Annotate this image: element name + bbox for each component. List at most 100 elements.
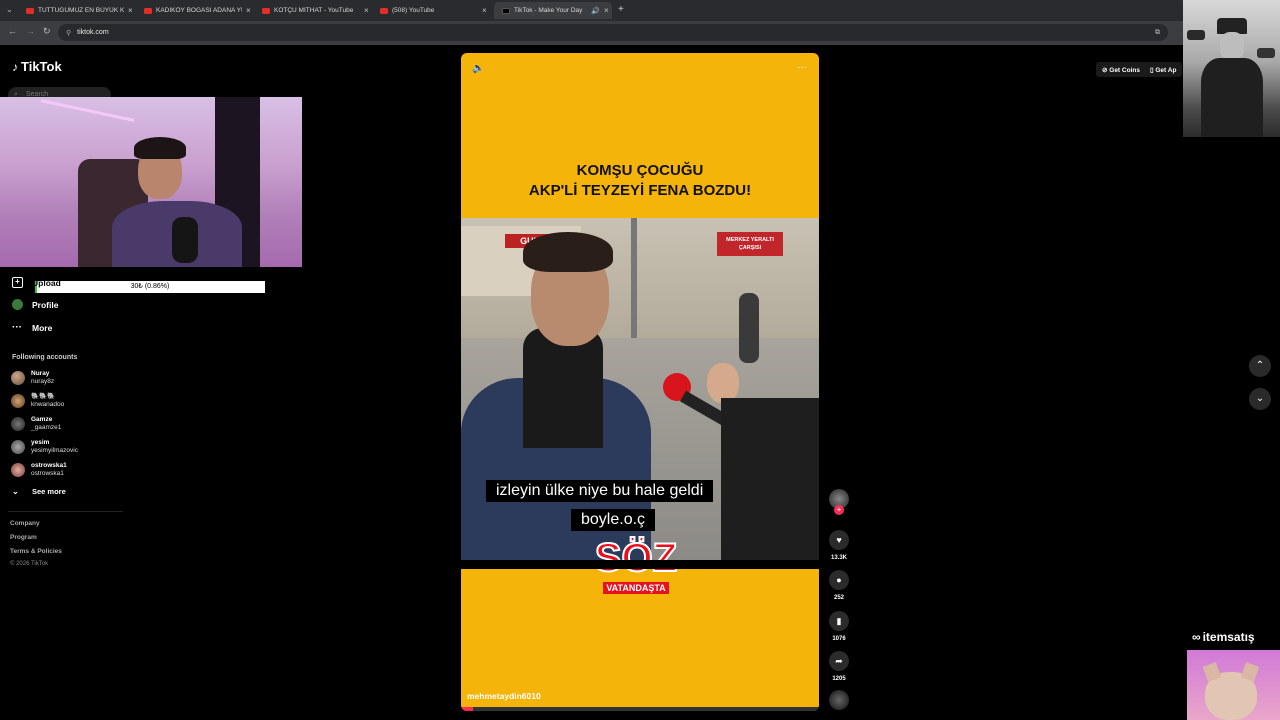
divider	[8, 511, 123, 512]
shop-sign-right: MERKEZ YERALTI ÇARŞISI	[717, 232, 783, 256]
heart-icon: ♥	[829, 530, 849, 550]
install-app-icon[interactable]: ⧉	[1155, 29, 1160, 37]
youtube-icon	[380, 7, 388, 14]
close-icon[interactable]: ×	[604, 6, 612, 15]
chevron-up-icon: ⌃	[1255, 360, 1265, 371]
tiktok-logo[interactable]: ♪ TikTok	[12, 59, 62, 74]
microphone	[172, 217, 198, 263]
tab-list-chevron-icon[interactable]: ⌄	[6, 5, 13, 14]
tiktok-icon	[502, 7, 510, 14]
tab-3[interactable]: KOTÇU MİTHAT - YouTube ×	[254, 2, 372, 19]
nav-upload[interactable]: + Upload	[12, 277, 61, 288]
following-account[interactable]: Gamze _gaamze1	[11, 416, 61, 432]
bookmark-icon: ▮	[829, 611, 849, 631]
comment-count: 252	[833, 595, 844, 601]
music-disc-button[interactable]	[829, 690, 849, 710]
address-bar[interactable]: ⚲ tiktok.com ⧉	[58, 24, 1168, 41]
site-info-icon[interactable]: ⚲	[66, 29, 71, 37]
reload-icon[interactable]: ↻	[43, 26, 51, 37]
interviewee-scarf	[523, 328, 603, 448]
browser-tab-bar: ⌄ TUTTUĞUMUZ EN BÜYÜK KILIÇ × KADIKÖY BO…	[0, 0, 1280, 21]
profile-avatar	[12, 299, 23, 310]
following-account[interactable]: ostrowska1 ostrowska1	[11, 462, 67, 478]
like-count: 13.3K	[830, 555, 847, 561]
forward-icon[interactable]: →	[26, 26, 35, 36]
close-icon[interactable]: ×	[128, 6, 136, 15]
footer-terms-link[interactable]: Terms & Policies	[10, 548, 62, 555]
tiktok-note-icon: ♪	[12, 59, 18, 74]
tab-tiktok-active[interactable]: TikTok - Make Your Day 🔊 ×	[494, 2, 612, 19]
video-player[interactable]: 🔈 ··· KOMŞU ÇOCUĞU AKP'Lİ TEYZEYİ FENA B…	[461, 53, 819, 711]
author-avatar-button[interactable]: +	[829, 489, 849, 515]
light-strip	[40, 99, 135, 122]
tab-label: TikTok - Make Your Day	[514, 7, 583, 14]
following-account[interactable]: Nuray nuray8z	[11, 370, 54, 386]
video-frame: GUL K MERKEZ YERALTI ÇARŞISI izleyin ülk…	[461, 218, 819, 560]
next-video-button[interactable]: ⌄	[1249, 388, 1271, 410]
video-author[interactable]: mehmetaydin6010	[467, 691, 541, 701]
back-icon[interactable]: ←	[8, 26, 17, 36]
like-button[interactable]: ♥ 13.3K	[829, 530, 849, 561]
video-progress-track[interactable]	[461, 707, 819, 711]
share-icon: ➦	[829, 651, 849, 671]
url-text: tiktok.com	[77, 29, 109, 36]
get-app-button[interactable]: ▯ Get Ap	[1150, 66, 1176, 74]
youtube-icon	[26, 7, 34, 14]
browser-toolbar: ← → ↻ ⚲ tiktok.com ⧉	[0, 21, 1280, 45]
avatar	[11, 440, 25, 454]
get-coins-button[interactable]: ⊘ Get Coins	[1102, 66, 1140, 74]
see-more-button[interactable]: ⌄ See more	[12, 487, 66, 496]
copyright: © 2026 TikTok	[10, 561, 49, 567]
avatar	[11, 463, 25, 477]
share-button[interactable]: ➦ 1205	[829, 651, 849, 682]
new-tab-button[interactable]: +	[618, 4, 624, 15]
interviewee-hair	[523, 232, 613, 272]
tab-label: KADIKÖY BOĞASI ADANA YÜRÜ	[156, 7, 242, 14]
sponsor-watermark: ∞ itemsatış	[1192, 630, 1255, 644]
tab-2[interactable]: KADIKÖY BOĞASI ADANA YÜRÜ ×	[136, 2, 254, 19]
previous-video-button[interactable]: ⌃	[1249, 355, 1271, 377]
footer-program-link[interactable]: Program	[10, 534, 37, 541]
youtube-icon	[262, 7, 270, 14]
follow-plus-icon[interactable]: +	[834, 505, 844, 515]
save-button[interactable]: ▮ 1076	[829, 611, 849, 642]
following-accounts-title: Following accounts	[12, 354, 78, 361]
upload-icon: +	[12, 277, 23, 288]
youtube-icon	[144, 7, 152, 14]
footer-company-link[interactable]: Company	[10, 520, 40, 527]
volume-icon[interactable]: 🔈	[472, 63, 484, 74]
nav-more[interactable]: ··· More	[12, 322, 52, 333]
more-options-icon[interactable]: ···	[797, 62, 807, 73]
raised-hand	[707, 363, 739, 403]
close-icon[interactable]: ×	[364, 6, 372, 15]
following-account[interactable]: yesim yesimyilmazovic	[11, 439, 78, 455]
comment-button[interactable]: ● 252	[829, 570, 849, 601]
tab-label: (508) YouTube	[392, 7, 435, 14]
subtitle-line-1: izleyin ülke niye bu hale geldi	[486, 480, 714, 502]
tab-1[interactable]: TUTTUĞUMUZ EN BÜYÜK KILIÇ ×	[18, 2, 136, 19]
tab-label: TUTTUĞUMUZ EN BÜYÜK KILIÇ	[38, 7, 124, 14]
more-dots-icon: ···	[12, 322, 22, 333]
avatar	[11, 394, 25, 408]
tab-4[interactable]: (508) YouTube ×	[372, 2, 490, 19]
share-count: 1205	[832, 676, 846, 682]
interviewer-arm	[721, 398, 819, 560]
close-icon[interactable]: ×	[246, 6, 254, 15]
music-disc-icon	[829, 690, 849, 710]
avatar	[11, 371, 25, 385]
nav-profile[interactable]: Profile	[12, 299, 58, 310]
chevron-down-icon: ⌄	[1255, 393, 1265, 404]
video-progress-fill	[461, 707, 473, 711]
video-headline: KOMŞU ÇOCUĞU AKP'Lİ TEYZEYİ FENA BOZDU!	[528, 162, 752, 199]
itemsatis-logo-icon: ∞	[1192, 630, 1201, 644]
frame-divider	[461, 560, 819, 569]
comment-icon: ●	[829, 570, 849, 590]
save-count: 1076	[832, 636, 846, 642]
cat-webcam	[1187, 650, 1280, 720]
tab-label: KOTÇU MİTHAT - YouTube	[274, 7, 354, 14]
top-right-actions: ⊘ Get Coins ▯ Get Ap	[1096, 62, 1183, 77]
close-icon[interactable]: ×	[482, 6, 490, 15]
following-account[interactable]: 🐘🐘🐘 knwanadoo	[11, 393, 64, 409]
chevron-down-icon: ⌄	[12, 487, 19, 496]
speaker-icon[interactable]: 🔊	[591, 7, 600, 15]
